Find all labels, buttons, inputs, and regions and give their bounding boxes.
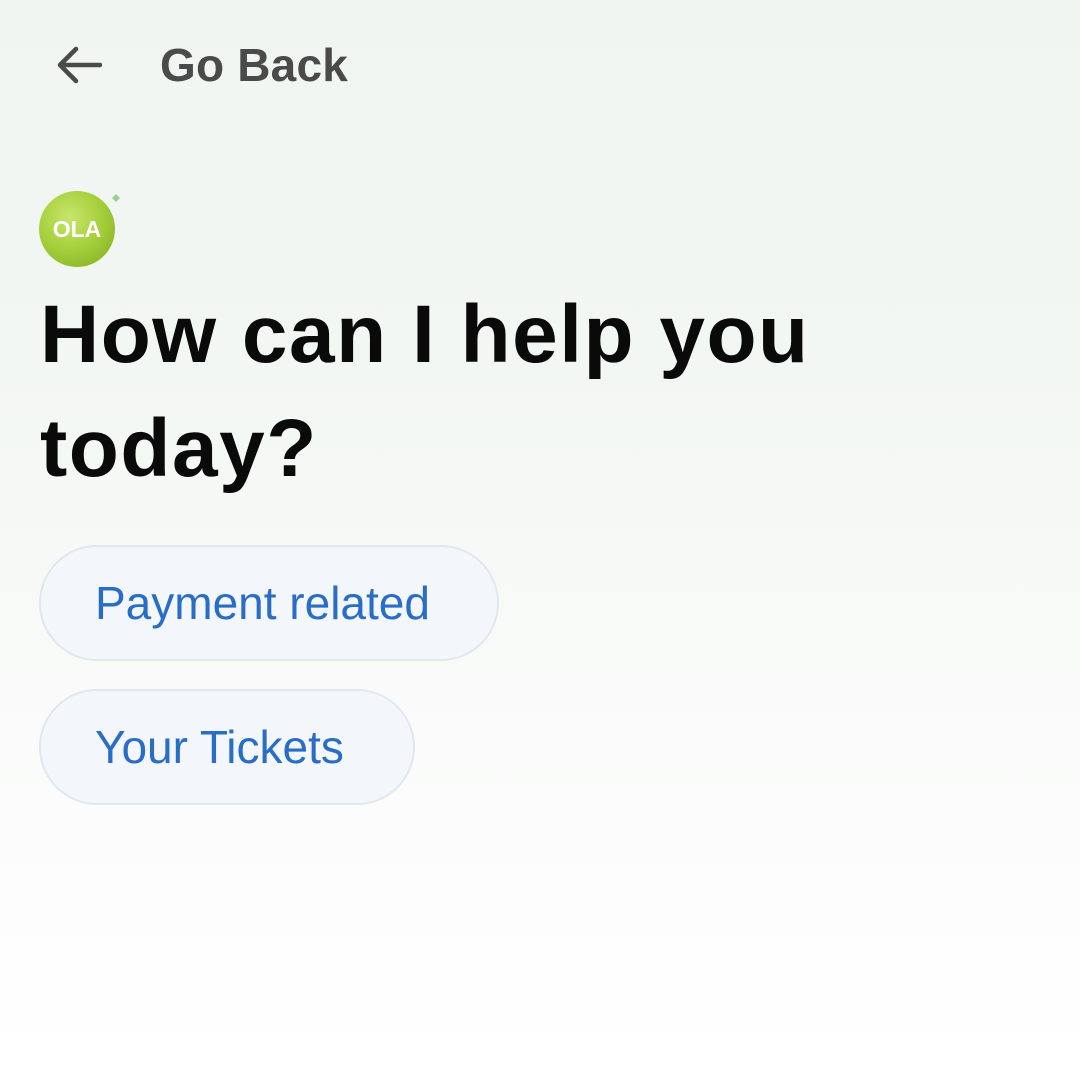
page-title: How can I help you today?: [40, 289, 810, 494]
ola-logo-icon: OLA: [38, 190, 124, 268]
arrow-left-icon[interactable]: [40, 22, 118, 108]
top-bar: Go Back: [0, 0, 1080, 130]
option-your-tickets[interactable]: Your Tickets: [39, 689, 415, 805]
logo-text: OLA: [53, 216, 102, 242]
option-payment-related[interactable]: Payment related: [39, 545, 499, 661]
go-back-label[interactable]: Go Back: [160, 38, 348, 92]
go-back-button[interactable]: Go Back: [40, 22, 348, 108]
